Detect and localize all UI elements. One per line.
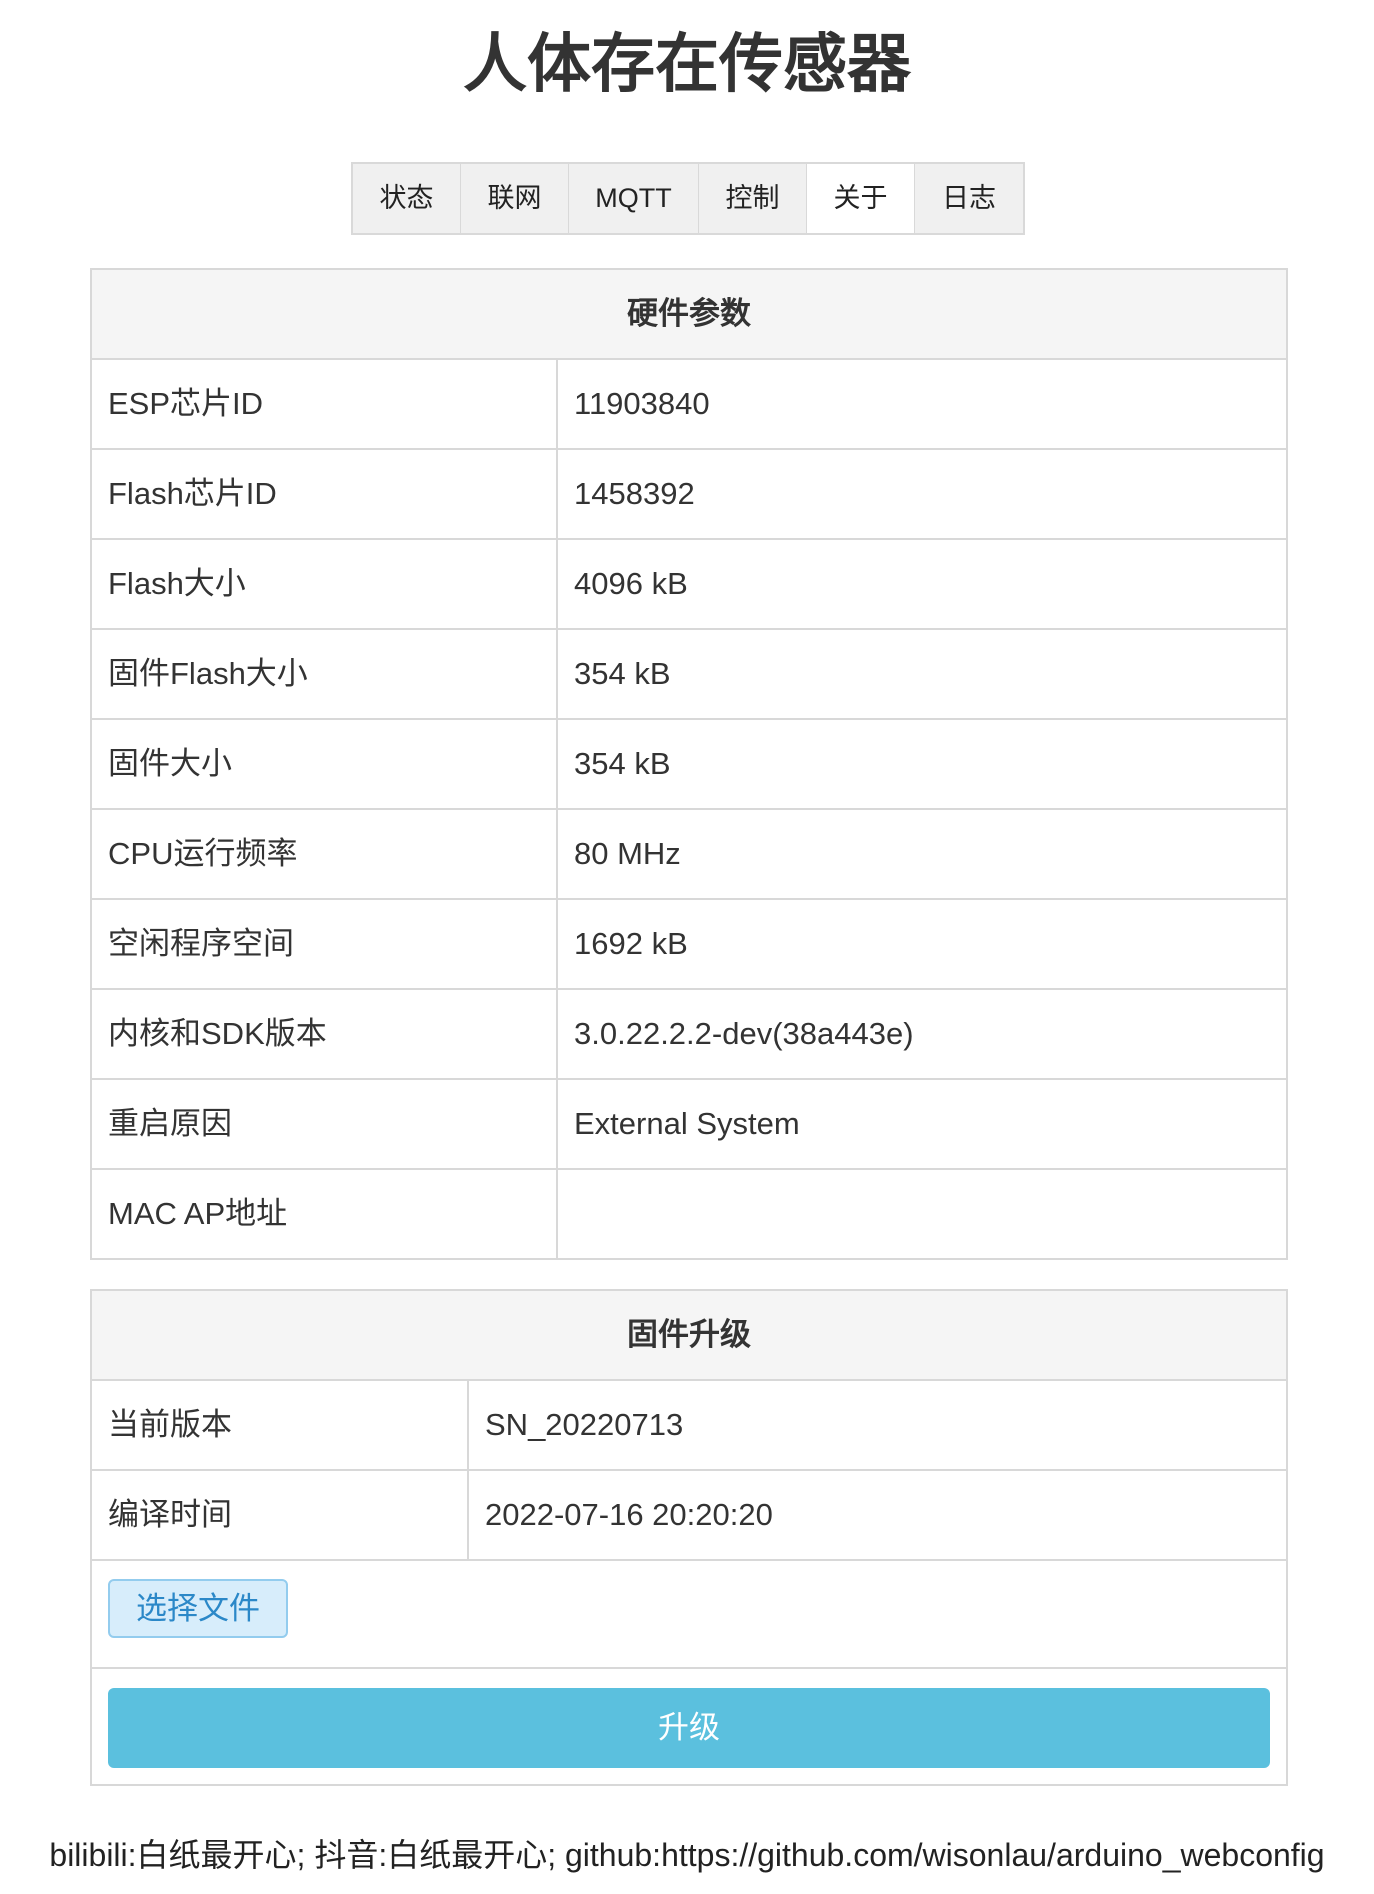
tab-about[interactable]: 关于 bbox=[807, 164, 915, 233]
core-sdk-version-row: 内核和SDK版本 3.0.22.2.2-dev(38a443e) bbox=[92, 990, 1286, 1080]
build-time-row: 编译时间 2022-07-16 20:20:20 bbox=[92, 1471, 1286, 1561]
current-version-label: 当前版本 bbox=[92, 1381, 469, 1469]
flash-size-value: 4096 kB bbox=[574, 566, 688, 601]
flash-chip-id-value: 1458392 bbox=[574, 476, 695, 511]
firmware-size-label: 固件大小 bbox=[92, 720, 558, 808]
build-time-value: 2022-07-16 20:20:20 bbox=[485, 1497, 773, 1532]
tab-network[interactable]: 联网 bbox=[461, 164, 569, 233]
esp-chip-id-value: 11903840 bbox=[574, 386, 710, 421]
current-version-value: SN_20220713 bbox=[485, 1407, 684, 1442]
flash-chip-id-row: Flash芯片ID 1458392 bbox=[92, 450, 1286, 540]
free-program-space-row: 空闲程序空间 1692 kB bbox=[92, 900, 1286, 990]
firmware-flash-size-label: 固件Flash大小 bbox=[92, 630, 558, 718]
firmware-upgrade-heading: 固件升级 bbox=[92, 1291, 1286, 1381]
flash-size-row: Flash大小 4096 kB bbox=[92, 540, 1286, 630]
flash-size-label: Flash大小 bbox=[92, 540, 558, 628]
tab-bar: 状态 联网 MQTT 控制 关于 日志 bbox=[351, 162, 1025, 235]
free-program-space-label: 空闲程序空间 bbox=[92, 900, 558, 988]
tab-control[interactable]: 控制 bbox=[699, 164, 807, 233]
cpu-frequency-row: CPU运行频率 80 MHz bbox=[92, 810, 1286, 900]
reset-reason-label: 重启原因 bbox=[92, 1080, 558, 1168]
file-select-row: 选择文件 bbox=[92, 1561, 1286, 1669]
upgrade-button[interactable]: 升级 bbox=[108, 1688, 1270, 1768]
current-version-row: 当前版本 SN_20220713 bbox=[92, 1381, 1286, 1471]
core-sdk-version-value: 3.0.22.2.2-dev(38a443e) bbox=[574, 1016, 914, 1051]
free-program-space-value: 1692 kB bbox=[574, 926, 688, 961]
hardware-params-heading: 硬件参数 bbox=[92, 270, 1286, 360]
esp-chip-id-label: ESP芯片ID bbox=[92, 360, 558, 448]
page-title: 人体存在传感器 bbox=[463, 28, 911, 100]
reset-reason-row: 重启原因 External System bbox=[92, 1080, 1286, 1170]
firmware-flash-size-row: 固件Flash大小 354 kB bbox=[92, 630, 1286, 720]
reset-reason-value: External System bbox=[574, 1106, 800, 1141]
cpu-frequency-label: CPU运行频率 bbox=[92, 810, 558, 898]
firmware-size-value: 354 kB bbox=[574, 746, 671, 781]
tab-status[interactable]: 状态 bbox=[353, 164, 461, 233]
upgrade-row: 升级 bbox=[92, 1669, 1286, 1784]
core-sdk-version-label: 内核和SDK版本 bbox=[92, 990, 558, 1078]
mac-ap-address-row: MAC AP地址 bbox=[92, 1170, 1286, 1258]
cpu-frequency-value: 80 MHz bbox=[574, 836, 681, 871]
tab-mqtt[interactable]: MQTT bbox=[569, 164, 699, 233]
flash-chip-id-label: Flash芯片ID bbox=[92, 450, 558, 538]
choose-file-button[interactable]: 选择文件 bbox=[108, 1579, 288, 1638]
firmware-size-row: 固件大小 354 kB bbox=[92, 720, 1286, 810]
firmware-upgrade-table: 固件升级 当前版本 SN_20220713 编译时间 2022-07-16 20… bbox=[90, 1289, 1288, 1786]
hardware-params-table: 硬件参数 ESP芯片ID 11903840 Flash芯片ID 1458392 … bbox=[90, 268, 1288, 1260]
footer-credits: bilibili:白纸最开心; 抖音:白纸最开心; github:https:/… bbox=[49, 1837, 1325, 1873]
esp-chip-id-row: ESP芯片ID 11903840 bbox=[92, 360, 1286, 450]
build-time-label: 编译时间 bbox=[92, 1471, 469, 1559]
mac-ap-address-label: MAC AP地址 bbox=[92, 1170, 558, 1258]
firmware-flash-size-value: 354 kB bbox=[574, 656, 671, 691]
tab-log[interactable]: 日志 bbox=[915, 164, 1023, 233]
mac-ap-address-value bbox=[558, 1170, 1286, 1258]
